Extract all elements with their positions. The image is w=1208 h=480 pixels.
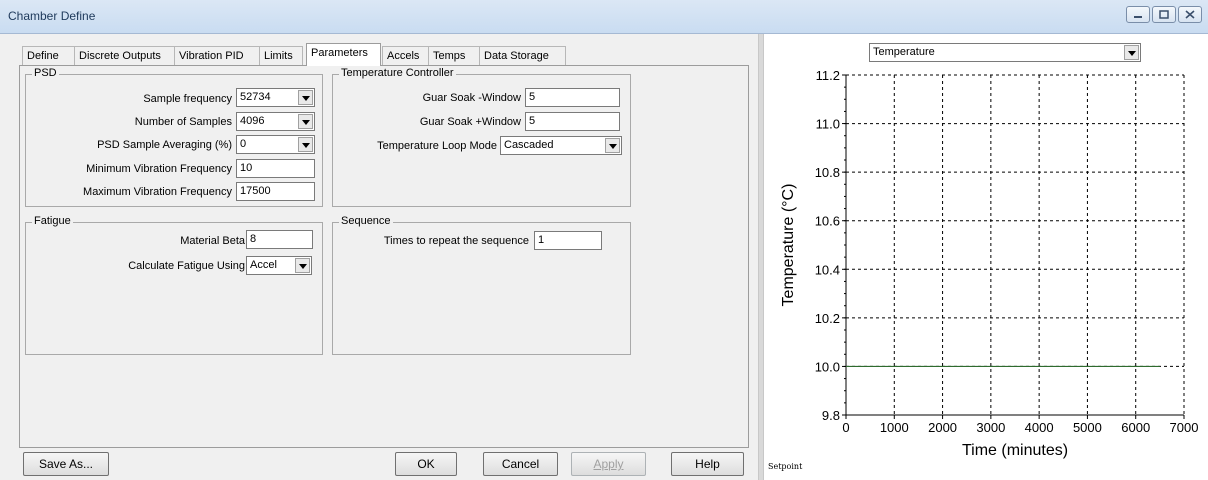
max-vibration-frequency-input[interactable]: 17500 xyxy=(236,182,315,201)
close-icon xyxy=(1185,10,1195,19)
tab-label: Limits xyxy=(264,50,293,62)
x-tick-label: 6000 xyxy=(1121,420,1150,435)
tab-parameters[interactable]: Parameters xyxy=(306,43,381,66)
times-repeat-input[interactable]: 1 xyxy=(534,231,602,250)
tab-temps[interactable]: Temps xyxy=(428,46,480,65)
select-value: 4096 xyxy=(240,115,265,127)
x-tick-label: 4000 xyxy=(1025,420,1054,435)
min-vibration-frequency-input[interactable]: 10 xyxy=(236,159,315,178)
tab-label: Temps xyxy=(433,50,466,62)
select-value: 52734 xyxy=(240,91,271,103)
temperature-loop-mode-select[interactable]: Cascaded xyxy=(500,136,622,155)
cancel-button[interactable]: Cancel xyxy=(483,452,558,476)
x-axis-label: Time (minutes) xyxy=(962,442,1068,459)
y-tick-label: 11.2 xyxy=(816,68,840,83)
setpoint-legend: Setpoint xyxy=(768,462,803,471)
calculate-fatigue-label: Calculate Fatigue Using xyxy=(128,260,245,272)
save-as-button[interactable]: Save As... xyxy=(23,452,109,476)
tab-label: Define xyxy=(27,50,59,62)
number-of-samples-select[interactable]: 4096 xyxy=(236,112,315,131)
number-of-samples-label: Number of Samples xyxy=(134,116,232,128)
select-value: Cascaded xyxy=(504,139,554,151)
psd-sample-averaging-label: PSD Sample Averaging (%) xyxy=(97,139,232,151)
select-value: Accel xyxy=(250,259,277,271)
dropdown-arrow-icon xyxy=(295,258,310,273)
tab-define[interactable]: Define xyxy=(22,46,75,65)
x-tick-label: 2000 xyxy=(928,420,957,435)
tab-data-storage[interactable]: Data Storage xyxy=(479,46,566,65)
min-vibration-frequency-label: Minimum Vibration Frequency xyxy=(86,163,232,175)
dropdown-arrow-icon xyxy=(298,114,313,129)
maximize-button[interactable] xyxy=(1152,6,1176,23)
tab-discrete-outputs[interactable]: Discrete Outputs xyxy=(74,46,175,65)
minimize-icon xyxy=(1134,16,1142,18)
close-button[interactable] xyxy=(1178,6,1202,23)
title-bar: Chamber Define xyxy=(0,0,1208,34)
temperature-chart: 0 1000 2000 3000 4000 5000 6000 7000 9.8 10.0 10.2… xyxy=(780,68,1199,459)
y-axis-label: Temperature (°C) xyxy=(780,184,797,307)
guar-soak-plus-label: Guar Soak +Window xyxy=(419,116,521,128)
y-tick-label: 10.8 xyxy=(815,165,840,180)
max-vibration-frequency-label: Maximum Vibration Frequency xyxy=(83,186,232,198)
group-title: Sequence xyxy=(339,215,393,227)
tab-vibration-pid[interactable]: Vibration PID xyxy=(174,46,260,65)
window-title: Chamber Define xyxy=(8,9,96,23)
tab-label: Discrete Outputs xyxy=(79,50,161,62)
calculate-fatigue-select[interactable]: Accel xyxy=(246,256,312,275)
tab-label: Data Storage xyxy=(484,50,549,62)
dropdown-arrow-icon xyxy=(298,90,313,105)
guar-soak-minus-label: Guar Soak -Window xyxy=(422,92,521,104)
x-tick-label: 7000 xyxy=(1170,420,1199,435)
tab-label: Accels xyxy=(387,50,420,62)
sample-frequency-label: Sample frequency xyxy=(143,93,232,105)
apply-button[interactable]: Apply xyxy=(571,452,646,476)
y-tick-label: 10.4 xyxy=(815,262,840,277)
dropdown-arrow-icon xyxy=(298,137,313,152)
minimize-button[interactable] xyxy=(1126,6,1150,23)
y-tick-label: 9.8 xyxy=(822,408,840,423)
y-tick-label: 11.0 xyxy=(816,117,840,132)
help-button[interactable]: Help xyxy=(671,452,744,476)
y-tick-label: 10.0 xyxy=(815,359,840,374)
select-value: 0 xyxy=(240,138,247,150)
guar-soak-minus-input[interactable]: 5 xyxy=(525,88,620,107)
maximize-icon xyxy=(1159,10,1169,19)
tab-accels[interactable]: Accels xyxy=(382,46,429,65)
x-tick-label: 0 xyxy=(842,420,849,435)
group-title: Fatigue xyxy=(32,215,73,227)
material-beta-label: Material Beta xyxy=(180,235,245,247)
group-title: Temperature Controller xyxy=(339,67,456,79)
guar-soak-plus-input[interactable]: 5 xyxy=(525,112,620,131)
psd-sample-averaging-select[interactable]: 0 xyxy=(236,135,315,154)
x-tick-label: 3000 xyxy=(976,420,1005,435)
x-tick-label: 1000 xyxy=(880,420,909,435)
tab-label: Vibration PID xyxy=(179,50,244,62)
sample-frequency-select[interactable]: 52734 xyxy=(236,88,315,107)
y-tick-label: 10.6 xyxy=(815,214,840,229)
y-tick-label: 10.2 xyxy=(815,311,840,326)
ok-button[interactable]: OK xyxy=(395,452,457,476)
x-tick-label: 5000 xyxy=(1073,420,1102,435)
times-repeat-label: Times to repeat the sequence xyxy=(383,235,529,247)
dropdown-arrow-icon xyxy=(605,138,620,153)
temperature-loop-mode-label: Temperature Loop Mode xyxy=(377,140,497,152)
tab-label: Parameters xyxy=(311,47,368,59)
tab-limits[interactable]: Limits xyxy=(259,46,303,65)
material-beta-input[interactable]: 8 xyxy=(246,230,313,249)
group-title: PSD xyxy=(32,67,59,79)
